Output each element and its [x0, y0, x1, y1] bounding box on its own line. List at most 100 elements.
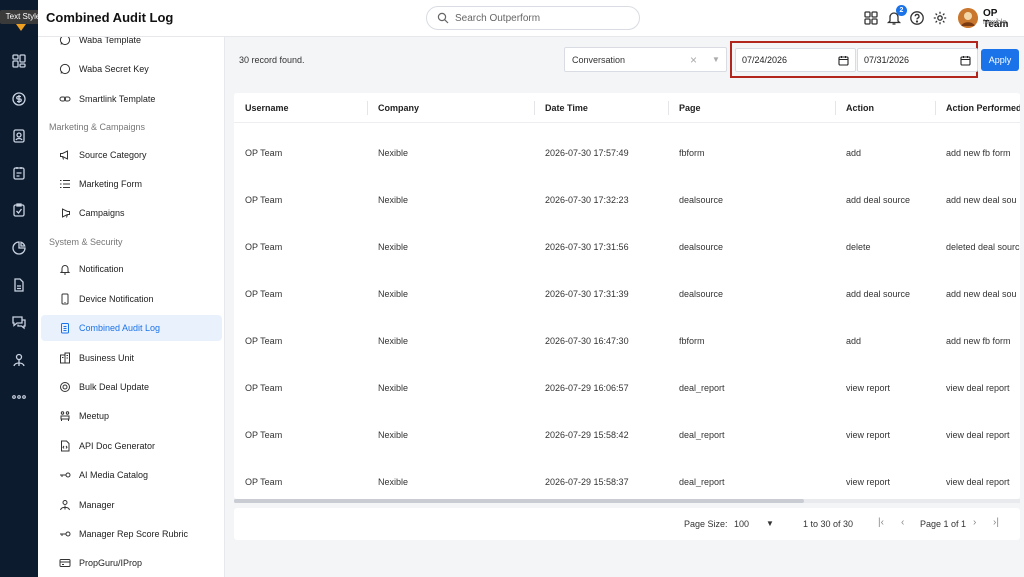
sidebar-item-marketing-form[interactable]: Marketing Form [41, 171, 222, 197]
clipboard-check-icon[interactable] [10, 201, 28, 219]
cell-company: Nexible [378, 289, 409, 299]
calendar-icon[interactable] [960, 55, 971, 66]
date-to-input[interactable]: 07/31/2026 [857, 48, 978, 72]
cell-action-performed: add new deal sou [946, 195, 1017, 205]
table-row[interactable]: OP Team Nexible 2026-07-30 16:47:30 fbfo… [234, 319, 1020, 366]
column-header-action-performed[interactable]: Action Performed [946, 103, 1020, 113]
column-header-page[interactable]: Page [679, 103, 701, 113]
cell-page: deal_report [679, 383, 725, 393]
sidebar-item-manager[interactable]: Manager [41, 492, 222, 518]
scrollbar-thumb[interactable] [234, 499, 804, 503]
horizontal-scrollbar[interactable] [234, 499, 1020, 503]
table-row[interactable]: OP Team Nexible 2026-07-29 15:58:37 deal… [234, 460, 1020, 499]
column-divider[interactable] [835, 101, 836, 115]
last-page-icon[interactable]: ›| [993, 517, 999, 528]
chevron-down-icon[interactable]: ▼ [712, 55, 720, 64]
sidebar-item-business-unit[interactable]: Business Unit [41, 345, 222, 371]
cell-username: OP Team [245, 477, 283, 487]
date-from-input[interactable]: 07/24/2026 [735, 48, 856, 72]
key-icon [59, 528, 71, 540]
cell-username: OP Team [245, 242, 283, 252]
cell-action: add [846, 148, 862, 158]
type-filter-select[interactable]: Conversation × ▼ [564, 47, 727, 72]
megaphone-icon [59, 149, 71, 161]
avatar[interactable] [958, 8, 978, 28]
sidebar-item-combined-audit-log[interactable]: Combined Audit Log [41, 315, 222, 341]
apply-button[interactable]: Apply [981, 49, 1019, 71]
sidebar-item-smartlink-template[interactable]: Smartlink Template [41, 86, 222, 112]
sidebar-item-bulk-deal-update[interactable]: Bulk Deal Update [41, 374, 222, 400]
cell-action-performed: deleted deal sourc [946, 242, 1020, 252]
close-icon[interactable]: × [690, 53, 697, 67]
column-divider[interactable] [534, 101, 535, 115]
sidebar-item-manager-rep-score-rubric[interactable]: Manager Rep Score Rubric [41, 521, 222, 547]
sidebar-item-waba-template[interactable]: Waba Template [41, 37, 222, 53]
sidebar-item-label: Business Unit [79, 353, 135, 363]
sidebar-item-notification[interactable]: Notification [41, 256, 222, 282]
notes-icon[interactable] [10, 164, 28, 182]
chevron-down-icon[interactable]: ▼ [766, 519, 774, 528]
first-page-icon[interactable]: |‹ [878, 517, 884, 528]
column-divider[interactable] [668, 101, 669, 115]
refresh-icon [59, 381, 71, 393]
table-header: Username Company Date Time Page Action A… [234, 93, 1020, 123]
column-header-company[interactable]: Company [378, 103, 419, 113]
sidebar-item-label: Waba Template [79, 37, 142, 45]
dashboard-icon[interactable] [10, 52, 28, 70]
cell-username: OP Team [245, 430, 283, 440]
table-row[interactable]: OP Team Nexible 2026-07-29 16:06:57 deal… [234, 366, 1020, 413]
sidebar-item-meetup[interactable]: Meetup [41, 403, 222, 429]
table-row[interactable]: OP Team Nexible 2026-07-30 17:31:56 deal… [234, 225, 1020, 272]
cell-company: Nexible [378, 148, 409, 158]
dollar-icon[interactable] [10, 90, 28, 108]
pie-chart-icon[interactable] [10, 239, 28, 257]
sidebar-item-label: Notification [79, 264, 124, 274]
prev-page-icon[interactable]: ‹ [901, 517, 904, 528]
cell-page: dealsource [679, 195, 724, 205]
cell-action: add deal source [846, 195, 911, 205]
date-to-value: 07/31/2026 [864, 55, 910, 65]
search-input[interactable] [455, 9, 635, 27]
sidebar-item-api-doc-generator[interactable]: API Doc Generator [41, 433, 222, 459]
table-row[interactable]: OP Team Nexible 2026-07-29 15:58:42 deal… [234, 413, 1020, 460]
cell-company: Nexible [378, 430, 409, 440]
sidebar-item-device-notification[interactable]: Device Notification [41, 286, 222, 312]
pagination-bar: Page Size: 100 ▼ 1 to 30 of 30 |‹ ‹ Page… [234, 508, 1020, 540]
users-icon[interactable] [10, 351, 28, 369]
sidebar-item-ai-media-catalog[interactable]: AI Media Catalog [41, 462, 222, 488]
chat-icon[interactable] [10, 313, 28, 331]
search-box[interactable] [426, 6, 640, 30]
column-header-action[interactable]: Action [846, 103, 874, 113]
help-icon[interactable] [909, 10, 925, 26]
cell-date-time: 2026-07-29 15:58:42 [545, 430, 629, 440]
table-row[interactable]: OP Team Nexible 2026-07-30 17:32:23 deal… [234, 178, 1020, 225]
gear-icon[interactable] [932, 10, 948, 26]
cell-action: view report [846, 430, 891, 440]
table-row[interactable]: OP Team Nexible 2026-07-30 17:57:49 fbfo… [234, 131, 1020, 178]
cell-company: Nexible [378, 336, 409, 346]
file-code-icon [59, 440, 71, 452]
cell-page: dealsource [679, 242, 724, 252]
column-header-username[interactable]: Username [245, 103, 289, 113]
tooltip-arrow-icon [16, 24, 26, 31]
sidebar-item-campaigns[interactable]: Campaigns [41, 200, 222, 226]
table-row[interactable]: OP Team Nexible 2026-07-30 17:31:39 deal… [234, 272, 1020, 319]
sidebar-item-waba-secret-key[interactable]: Waba Secret Key [41, 56, 222, 82]
user-tie-icon [59, 499, 71, 511]
calendar-icon[interactable] [838, 55, 849, 66]
next-page-icon[interactable]: › [973, 517, 976, 528]
cell-action: add [846, 336, 862, 346]
column-divider[interactable] [367, 101, 368, 115]
column-header-date-time[interactable]: Date Time [545, 103, 588, 113]
contacts-icon[interactable] [10, 127, 28, 145]
column-divider[interactable] [935, 101, 936, 115]
apps-grid-icon[interactable] [863, 10, 879, 26]
cell-page: dealsource [679, 289, 724, 299]
more-icon[interactable] [10, 388, 28, 406]
sidebar-item-propguru-iprop[interactable]: PropGuru/IProp [41, 550, 222, 576]
page-size-select[interactable]: 100 [734, 519, 749, 529]
cell-username: OP Team [245, 289, 283, 299]
sidebar-item-source-category[interactable]: Source Category [41, 142, 222, 168]
document-icon[interactable] [10, 276, 28, 294]
sidebar-item-label: Manager [79, 500, 115, 510]
